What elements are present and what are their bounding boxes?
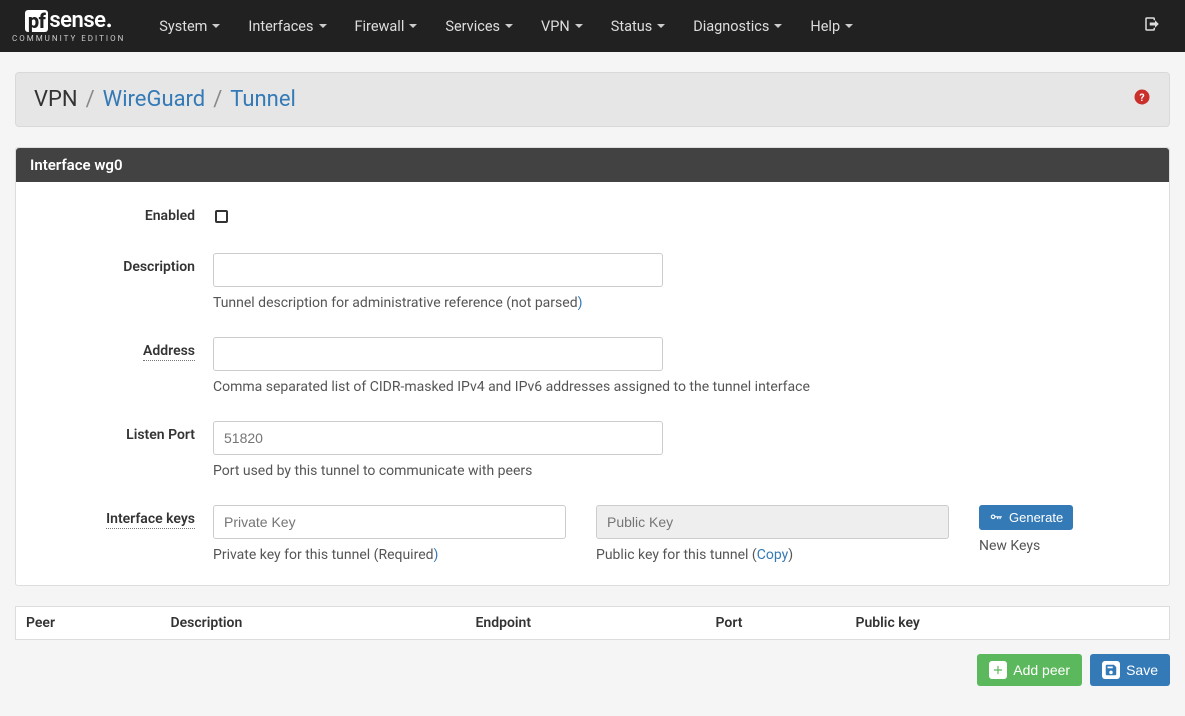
breadcrumb-wireguard[interactable]: WireGuard (103, 87, 206, 112)
enabled-checkbox[interactable] (215, 210, 228, 223)
chevron-down-icon (212, 24, 220, 28)
logo-edition: COMMUNITY EDITION (12, 34, 125, 43)
nav-interfaces-label: Interfaces (248, 18, 313, 35)
nav-system-label: System (159, 18, 207, 35)
description-label: Description (30, 253, 213, 275)
chevron-down-icon (774, 24, 782, 28)
description-help: Tunnel description for administrative re… (213, 295, 1155, 311)
nav-help-label: Help (810, 18, 840, 35)
enabled-label: Enabled (30, 202, 213, 224)
nav-help[interactable]: Help (796, 0, 867, 52)
logout-icon[interactable] (1137, 15, 1167, 37)
save-label: Save (1126, 662, 1158, 678)
breadcrumb-sep: / (86, 87, 95, 112)
listenport-input[interactable] (213, 421, 663, 455)
logo-pf: pf (25, 10, 48, 32)
listenport-help: Port used by this tunnel to communicate … (213, 463, 1155, 479)
logo-sense: sense (49, 10, 105, 32)
nav-services-label: Services (445, 18, 500, 35)
privatekey-input[interactable] (213, 505, 566, 539)
add-peer-button[interactable]: Add peer (977, 654, 1082, 686)
brand-logo[interactable]: pfsense. COMMUNITY EDITION (12, 10, 125, 43)
listenport-label: Listen Port (30, 421, 213, 443)
top-navbar: pfsense. COMMUNITY EDITION System Interf… (0, 0, 1185, 52)
chevron-down-icon (657, 24, 665, 28)
breadcrumb-root: VPN (34, 87, 78, 112)
breadcrumb-sep: / (213, 87, 222, 112)
nav-diagnostics-label: Diagnostics (693, 18, 769, 35)
panel-title: Interface wg0 (16, 148, 1169, 182)
nav-vpn-label: VPN (541, 18, 570, 35)
nav-system[interactable]: System (145, 0, 234, 52)
nav-status[interactable]: Status (597, 0, 679, 52)
breadcrumb: VPN / WireGuard / Tunnel ? (15, 72, 1170, 127)
nav-status-label: Status (611, 18, 652, 35)
chevron-down-icon (409, 24, 417, 28)
chevron-down-icon (505, 24, 513, 28)
address-input[interactable] (213, 337, 663, 371)
nav-firewall-label: Firewall (355, 18, 405, 35)
newkeys-label: New Keys (979, 538, 1119, 554)
chevron-down-icon (845, 24, 853, 28)
save-icon (1102, 661, 1120, 679)
copy-link[interactable]: Copy (757, 547, 789, 563)
publickey-help: Public key for this tunnel (Copy) (596, 547, 949, 563)
nav-diagnostics[interactable]: Diagnostics (679, 0, 796, 52)
chevron-down-icon (575, 24, 583, 28)
interface-panel: Interface wg0 Enabled Description Tunnel… (15, 147, 1170, 586)
breadcrumb-tunnel[interactable]: Tunnel (230, 87, 296, 112)
key-icon (989, 511, 1003, 525)
generate-label: Generate (1009, 510, 1063, 525)
address-help: Comma separated list of CIDR-masked IPv4… (213, 379, 1155, 395)
action-bar: Add peer Save (15, 654, 1170, 686)
th-endpoint: Endpoint (466, 607, 706, 640)
plus-icon (989, 661, 1007, 679)
description-input[interactable] (213, 253, 663, 287)
publickey-input (596, 505, 949, 539)
th-publickey: Public key (846, 607, 1170, 640)
nav-menu: System Interfaces Firewall Services VPN … (145, 0, 867, 52)
keys-label: Interface keys (30, 505, 213, 527)
th-description: Description (161, 607, 466, 640)
nav-interfaces[interactable]: Interfaces (234, 0, 340, 52)
nav-services[interactable]: Services (431, 0, 527, 52)
peer-table: Peer Description Endpoint Port Public ke… (15, 606, 1170, 640)
nav-vpn[interactable]: VPN (527, 0, 597, 52)
generate-button[interactable]: Generate (979, 505, 1073, 530)
save-button[interactable]: Save (1090, 654, 1170, 686)
help-icon[interactable]: ? (1133, 87, 1151, 112)
svg-text:?: ? (1139, 91, 1144, 104)
th-peer: Peer (16, 607, 161, 640)
privatekey-help: Private key for this tunnel (Required) (213, 547, 566, 563)
add-peer-label: Add peer (1013, 662, 1070, 678)
th-port: Port (706, 607, 846, 640)
address-label: Address (30, 337, 213, 359)
nav-firewall[interactable]: Firewall (341, 0, 432, 52)
chevron-down-icon (319, 24, 327, 28)
